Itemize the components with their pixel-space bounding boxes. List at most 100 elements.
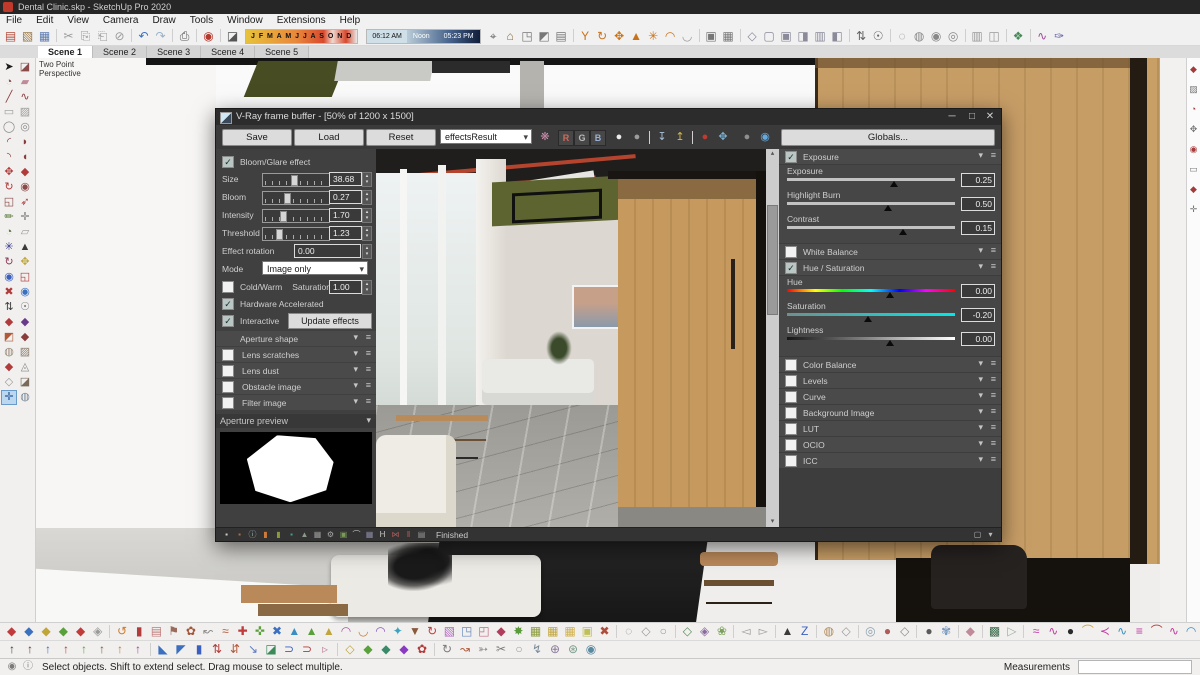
effect-rotation-input[interactable]: 0.00 — [294, 244, 361, 258]
erase-icon[interactable]: ⊘ — [111, 27, 128, 45]
view-front-icon[interactable]: ▣ — [778, 27, 795, 45]
zoom-icon[interactable]: ▲ — [628, 27, 645, 45]
outer-shell-icon[interactable]: ▭ — [1187, 162, 1200, 182]
plugin-icon[interactable]: ◣ — [154, 641, 172, 658]
previous-view-icon[interactable]: ◠ — [662, 27, 679, 45]
saturation-thumb[interactable] — [863, 316, 872, 322]
plugin-icon[interactable]: ◉ — [582, 641, 600, 658]
plugin-icon[interactable]: ▲ — [303, 623, 320, 640]
add-detail-icon[interactable]: ◬ — [17, 360, 33, 375]
expand-icon[interactable]: ▾ — [366, 415, 371, 426]
solid-trim-icon[interactable]: ◔ — [1187, 102, 1200, 122]
mountain-icon[interactable]: ▲ — [298, 528, 311, 541]
curve-checkbox[interactable] — [785, 390, 797, 403]
plugin-icon[interactable]: ▦ — [527, 623, 544, 640]
threshold-value[interactable]: 1.23 — [329, 226, 362, 240]
style-monochrome-icon[interactable]: ◎ — [945, 27, 962, 45]
plugin-icon[interactable]: ∿ — [1045, 623, 1062, 640]
scrollbar-thumb[interactable] — [767, 205, 778, 315]
plugin-icon[interactable]: ◇ — [838, 623, 855, 640]
swatch-icon[interactable]: ▪ — [220, 528, 233, 541]
active-tool-icon[interactable]: ✛ — [1, 390, 17, 405]
effect-rotation-spinner[interactable]: ▴ ▾ — [362, 244, 372, 259]
plugin-icon[interactable]: ❀ — [713, 623, 730, 640]
plugin-icon[interactable]: ✿ — [413, 641, 431, 658]
show-rgb-icon[interactable]: ● — [610, 128, 628, 146]
tab-scene-3[interactable]: Scene 3 — [147, 46, 202, 58]
view-top-icon[interactable]: ▢ — [761, 27, 778, 45]
plugin-icon[interactable]: ∿ — [1165, 623, 1182, 640]
plugin-icon[interactable]: ● — [920, 623, 937, 640]
zoom-extents-icon[interactable]: ✖ — [1, 285, 17, 300]
solid-tool-icon[interactable]: ◆ — [1187, 182, 1200, 202]
pan-icon[interactable]: ✥ — [611, 27, 628, 45]
copy-icon[interactable]: ⎘ — [77, 27, 94, 45]
contrast-thumb[interactable] — [899, 229, 908, 235]
3d-text-icon[interactable]: ✑ — [1051, 27, 1068, 45]
plugin-icon[interactable]: ≈ — [1027, 623, 1044, 640]
teal-icon[interactable]: ▪ — [285, 528, 298, 541]
plugin-icon[interactable]: ◠ — [337, 623, 354, 640]
lens-dust-row[interactable]: Lens dust ▾ ≡ — [216, 363, 376, 378]
offset-icon[interactable]: ➶ — [17, 195, 33, 210]
plugin-icon[interactable]: ✖ — [268, 623, 285, 640]
plugin-icon[interactable]: ✖ — [596, 623, 613, 640]
plugin-icon[interactable]: ◍ — [820, 623, 837, 640]
pie-icon[interactable]: ◗ — [17, 135, 33, 150]
polygon-icon[interactable]: ◎ — [17, 120, 33, 135]
cw-saturation-value[interactable]: 1.00 — [329, 280, 362, 294]
plugin-icon[interactable]: ○ — [655, 623, 672, 640]
note-icon[interactable]: ▤ — [415, 528, 428, 541]
measurements-input[interactable] — [1078, 660, 1192, 674]
plugin-icon[interactable]: ◌ — [620, 623, 637, 640]
plugin-icon[interactable]: ◳ — [458, 623, 475, 640]
collapse-icon[interactable]: ▾ — [978, 150, 983, 161]
plugin-icon[interactable]: Z — [796, 623, 813, 640]
menu-window[interactable]: Window — [227, 15, 263, 26]
expand-icon[interactable]: ▾ — [978, 374, 983, 385]
undo-icon[interactable]: ↶ — [135, 27, 152, 45]
paint-icon[interactable]: ◔ — [1, 75, 17, 90]
plugin-icon[interactable]: ◠ — [372, 623, 389, 640]
plugin-icon[interactable]: ◎ — [862, 623, 879, 640]
ocio-section-header[interactable]: OCIO ▾ ≡ — [779, 437, 1001, 452]
components-icon[interactable]: ⌂ — [502, 27, 519, 45]
view-left-icon[interactable]: ◧ — [829, 27, 846, 45]
rotated-rectangle-icon[interactable]: ▨ — [17, 105, 33, 120]
plugin-icon[interactable]: ◆ — [359, 641, 377, 658]
plugin-icon[interactable]: ◰ — [475, 623, 492, 640]
plugin-icon[interactable]: ↑ — [21, 641, 39, 658]
bloom-slider[interactable] — [262, 191, 330, 205]
render-scrollbar[interactable]: ▴ ▾ — [766, 149, 779, 527]
tool-extra-icon[interactable]: ◪ — [17, 375, 33, 390]
menu-icon[interactable]: ≡ — [991, 374, 996, 384]
arc-icon[interactable]: ◜ — [1, 135, 17, 150]
hue-thumb[interactable] — [886, 292, 894, 298]
plugin-icon[interactable]: ↑ — [93, 641, 111, 658]
save-model-icon[interactable]: ▦ — [36, 27, 53, 45]
plugin-icon[interactable]: ◆ — [377, 641, 395, 658]
plugin-icon[interactable]: ⇵ — [226, 641, 244, 658]
style-wireframe-icon[interactable]: ◌ — [894, 27, 911, 45]
obstacle-image-row[interactable]: Obstacle image ▾ ≡ — [216, 379, 376, 394]
shadow-eraser-icon[interactable]: ◪ — [224, 27, 241, 45]
rotate-icon[interactable]: ↻ — [1, 180, 17, 195]
plugin-icon[interactable]: ✜ — [251, 623, 268, 640]
section-display-icon[interactable]: ◫ — [986, 27, 1003, 45]
menu-icon[interactable]: ≡ — [991, 150, 996, 160]
expand-icon[interactable]: ▾ — [353, 348, 358, 359]
white-balance-section-header[interactable]: White Balance ▾ ≡ — [779, 244, 1001, 259]
line-icon[interactable]: ╱ — [1, 90, 17, 105]
plugin-icon[interactable]: ≡ — [1131, 623, 1148, 640]
intensity-value[interactable]: 1.70 — [329, 208, 362, 222]
plugin-icon[interactable]: ▣ — [579, 623, 596, 640]
vray-asset-editor-icon[interactable]: ◉ — [200, 27, 217, 45]
bloom-spinner[interactable]: ▴ ▾ — [362, 190, 372, 205]
plugin-icon[interactable]: ▲ — [320, 623, 337, 640]
tab-scene-5[interactable]: Scene 5 — [255, 46, 310, 58]
bezier-icon[interactable]: ∿ — [1034, 27, 1051, 45]
plugin-icon[interactable]: ◇ — [896, 623, 913, 640]
icc-checkbox[interactable] — [785, 454, 797, 467]
tool-extra-2-icon[interactable]: ◍ — [17, 390, 33, 405]
plugin-icon[interactable]: ◡ — [355, 623, 372, 640]
